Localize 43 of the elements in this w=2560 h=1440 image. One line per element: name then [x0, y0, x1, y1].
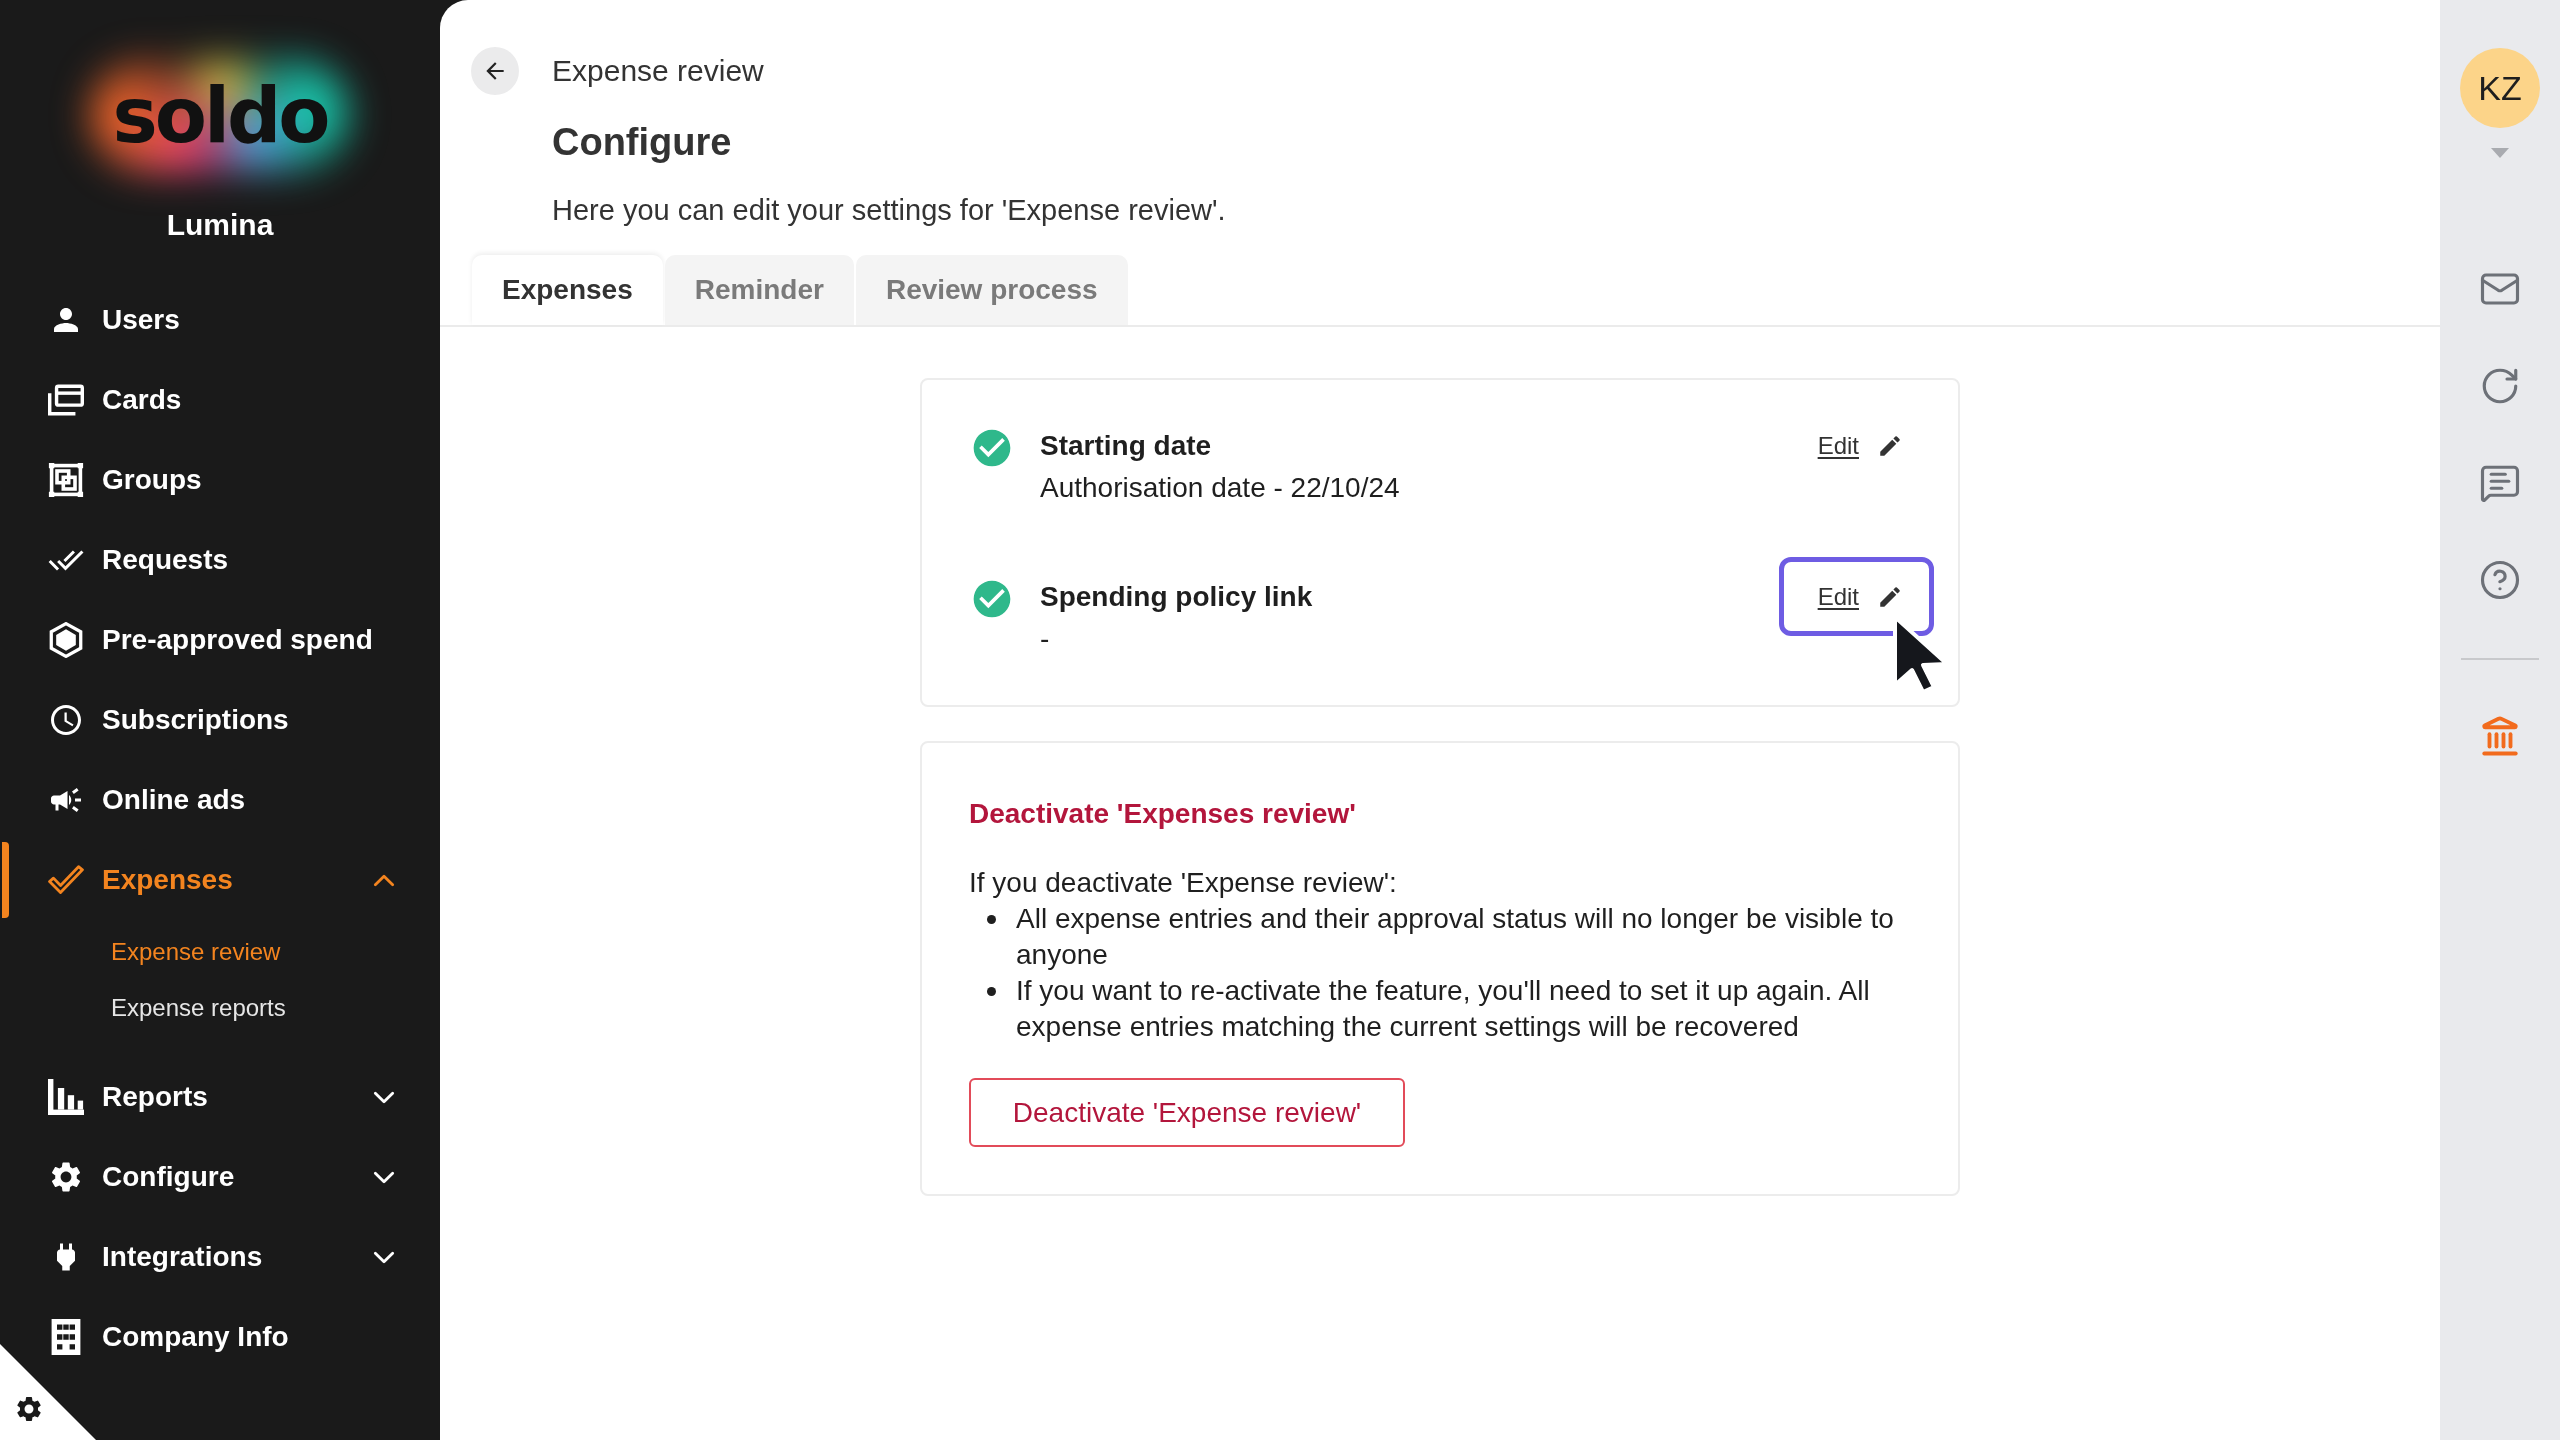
user-avatar[interactable]: KZ: [2460, 48, 2540, 128]
gear-icon: [14, 1394, 44, 1424]
help-icon[interactable]: [2479, 559, 2521, 601]
tab[interactable]: Reminder: [664, 255, 854, 325]
setting-title: Spending policy link: [1040, 580, 1313, 614]
nav-item[interactable]: Online ads: [0, 760, 440, 840]
bar-chart-icon: [48, 1079, 84, 1115]
nav-item[interactable]: Groups: [0, 440, 440, 520]
nav-item[interactable]: Company Info: [0, 1297, 440, 1377]
page-title: Configure: [552, 120, 732, 165]
tab[interactable]: Review process: [855, 255, 1128, 325]
deactivate-button[interactable]: Deactivate 'Expense review': [969, 1078, 1405, 1147]
bullet-text: If you want to re-activate the feature, you'll need to set it up again. All expense entries matching the current settings will be recovered: [1016, 974, 1871, 1044]
nav-item[interactable]: Reports: [0, 1057, 440, 1137]
page-breadcrumb: Expense review: [552, 53, 764, 89]
setting-value: -: [1040, 622, 1050, 656]
nav-item[interactable]: Users: [0, 280, 440, 360]
nav-item[interactable]: Pre-approved spend: [0, 600, 440, 680]
page-description: Here you can edit your settings for 'Expense review'.: [552, 193, 1226, 228]
nested-squares-icon: [48, 462, 84, 498]
company-name: Lumina: [165, 207, 275, 243]
tab[interactable]: Expenses: [472, 255, 663, 325]
setting-title: Starting date: [1040, 429, 1212, 463]
hexagon-icon: [48, 622, 84, 658]
nav-item[interactable]: Requests: [0, 520, 440, 600]
nav-item[interactable]: Subscriptions: [0, 680, 440, 760]
bank-icon[interactable]: [2479, 715, 2521, 757]
bullet-icon: [987, 915, 996, 924]
nav-item[interactable]: Cards: [0, 360, 440, 440]
back-button[interactable]: [471, 47, 519, 95]
stacked-cards-icon: [48, 382, 84, 418]
nav-subitem[interactable]: Expense reports: [111, 988, 286, 1028]
nav-subitem[interactable]: Expense review: [111, 932, 281, 972]
nav-item[interactable]: Integrations: [0, 1217, 440, 1297]
intro-text: If you deactivate 'Expense review':: [969, 866, 1397, 900]
nav-item[interactable]: Configure: [0, 1137, 440, 1217]
nav-item[interactable]: Expenses: [0, 840, 440, 920]
setting-value: Authorisation date - 22/10/24: [1040, 471, 1400, 505]
clock-icon: [48, 702, 84, 738]
edit-link[interactable]: Edit: [1778, 406, 1934, 485]
bullet-text: All expense entries and their approval status will no longer be visible to anyone: [1016, 902, 1895, 972]
section-title: Deactivate 'Expenses review': [969, 797, 1356, 831]
bullet-icon: [987, 987, 996, 996]
